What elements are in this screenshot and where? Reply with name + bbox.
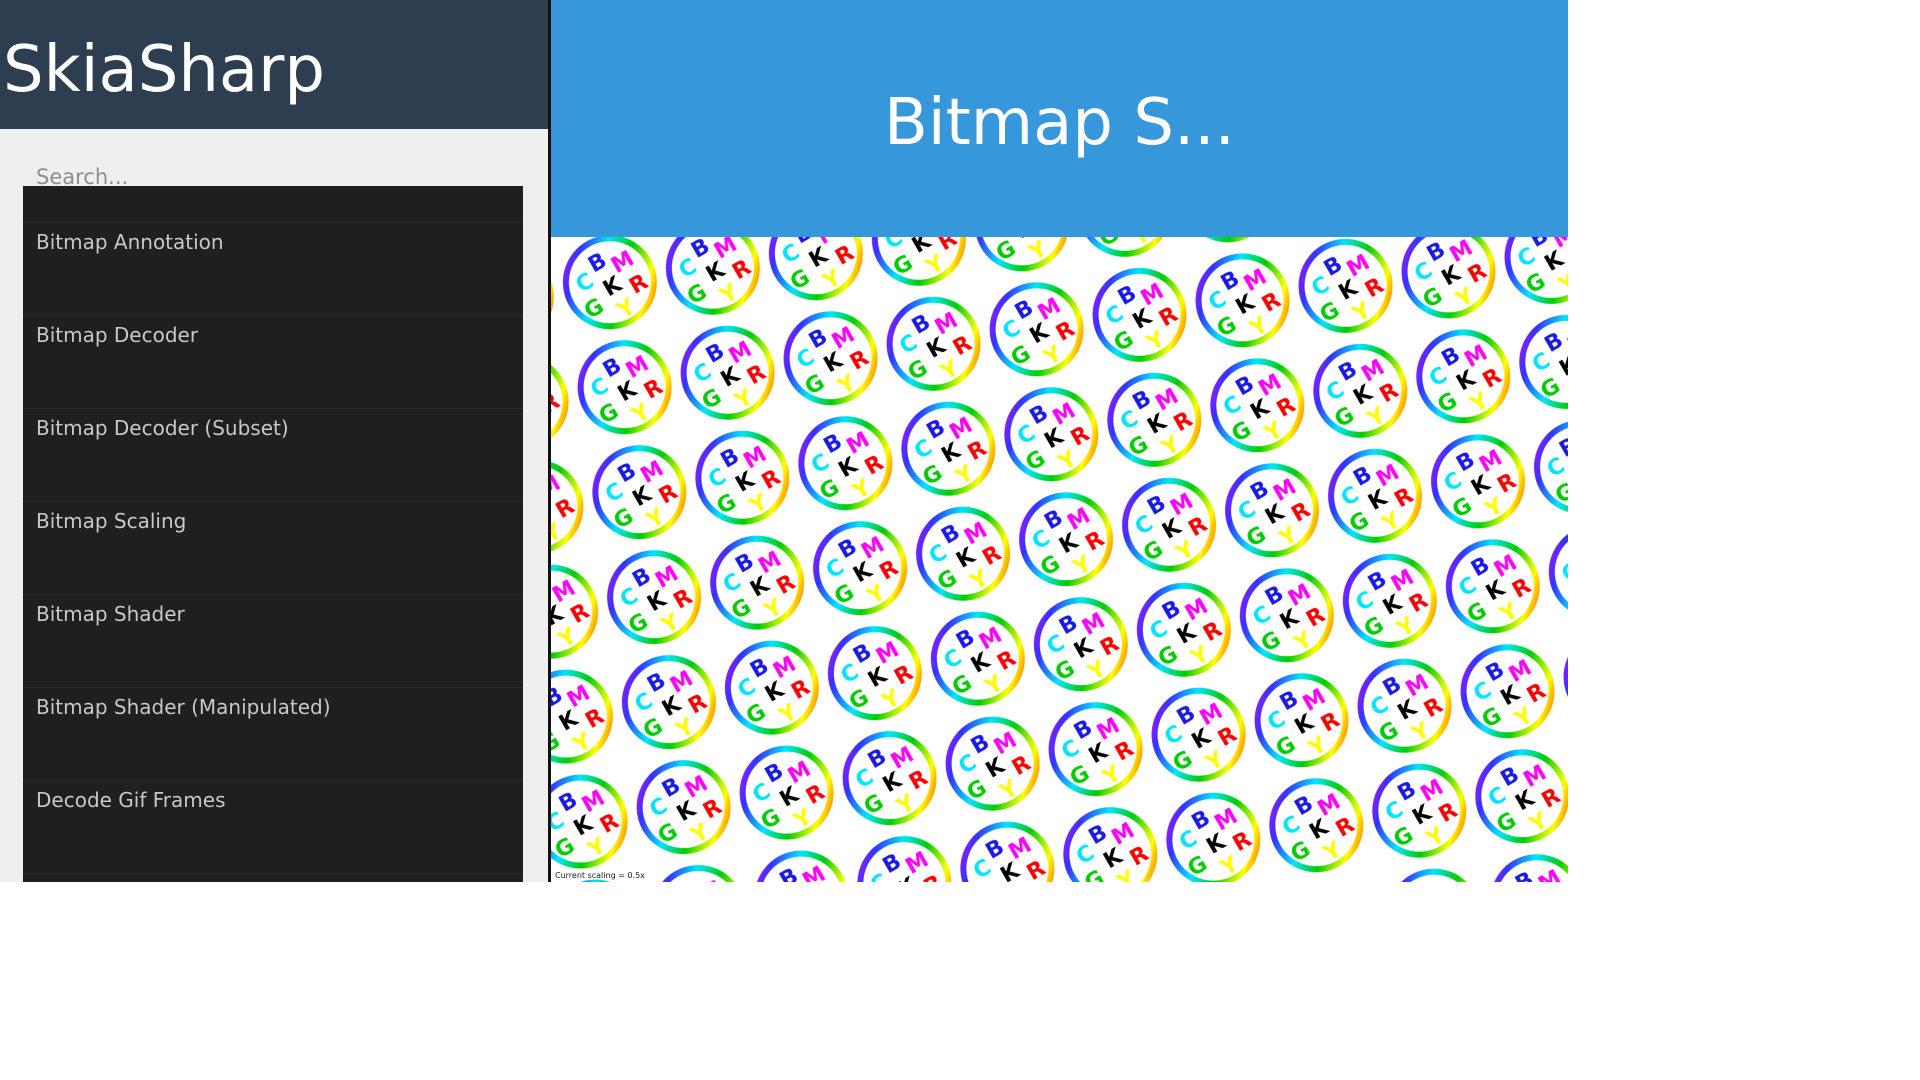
list-item-next[interactable]: [23, 873, 523, 882]
list-item-decode-gif-frames[interactable]: Decode Gif Frames: [23, 780, 523, 873]
list-item-label: Bitmap Shader: [36, 602, 185, 626]
app-header: SkiaSharp: [0, 0, 548, 129]
sample-canvas[interactable]: C B M G K R Y: [551, 237, 1568, 882]
list-item-bitmap-shader[interactable]: Bitmap Shader: [23, 594, 523, 687]
page-title: Bitmap S...: [884, 86, 1235, 160]
master-pane: SkiaSharp Bitmap Annotation Bitmap Decod…: [0, 0, 548, 882]
list-item-label: Bitmap Shader (Manipulated): [36, 695, 331, 719]
list-item-bitmap-decoder[interactable]: Bitmap Decoder: [23, 315, 523, 408]
tiled-fill: [551, 237, 1568, 882]
app-title: SkiaSharp: [3, 33, 326, 107]
list-item-label: Bitmap Annotation: [36, 230, 224, 254]
list-item-bitmap-annotation[interactable]: Bitmap Annotation: [23, 222, 523, 315]
sample-list: Bitmap Annotation Bitmap Decoder Bitmap …: [23, 186, 523, 882]
bitmap-shader-pattern: C B M G K R Y: [551, 237, 1568, 882]
list-item-label: Bitmap Scaling: [36, 509, 187, 533]
scaling-status-text: Current scaling = 0.5x: [555, 871, 645, 880]
list-item-label: Bitmap Decoder: [36, 323, 199, 347]
list-item-bitmap-scaling[interactable]: Bitmap Scaling: [23, 501, 523, 594]
list-item-bitmap-shader-manipulated[interactable]: Bitmap Shader (Manipulated): [23, 687, 523, 780]
list-item-label: Bitmap Decoder (Subset): [36, 416, 289, 440]
list-item-label: Decode Gif Frames: [36, 788, 226, 812]
detail-header: Bitmap S...: [551, 0, 1568, 237]
list-item-bitmap-decoder-subset[interactable]: Bitmap Decoder (Subset): [23, 408, 523, 501]
